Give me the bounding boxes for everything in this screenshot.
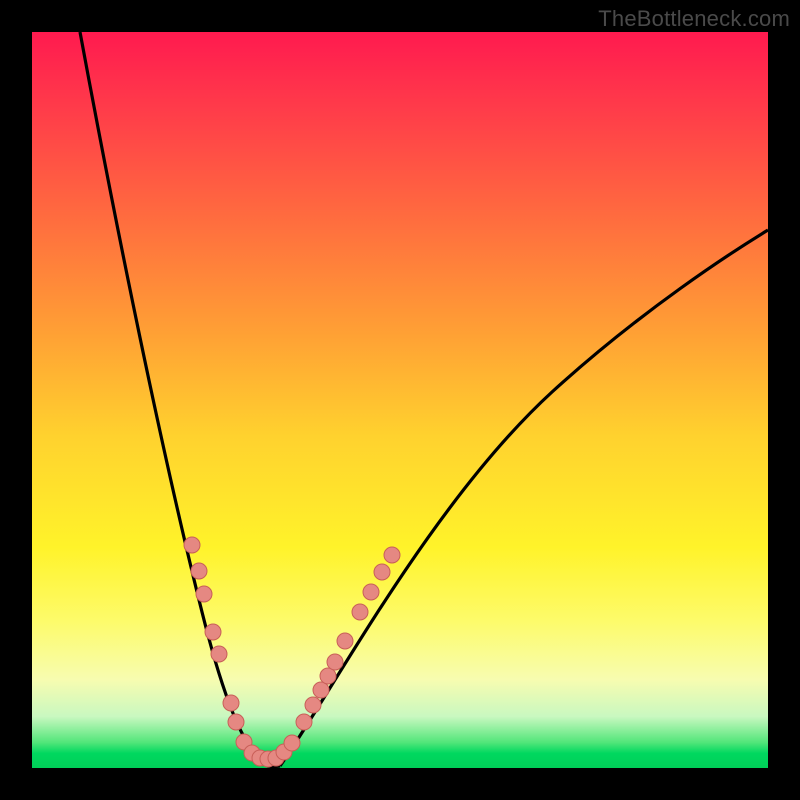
highlight-dots-group xyxy=(184,537,400,767)
marker-dot xyxy=(223,695,239,711)
marker-dot xyxy=(196,586,212,602)
marker-dot xyxy=(184,537,200,553)
marker-dot xyxy=(191,563,207,579)
marker-dot xyxy=(327,654,343,670)
marker-dot xyxy=(296,714,312,730)
chart-frame: TheBottleneck.com xyxy=(0,0,800,800)
marker-dot xyxy=(313,682,329,698)
marker-dot xyxy=(228,714,244,730)
marker-dot xyxy=(363,584,379,600)
marker-dot xyxy=(211,646,227,662)
marker-dot xyxy=(337,633,353,649)
watermark-text: TheBottleneck.com xyxy=(598,6,790,32)
marker-dot xyxy=(320,668,336,684)
marker-dot xyxy=(284,735,300,751)
marker-dot xyxy=(374,564,390,580)
marker-dot xyxy=(384,547,400,563)
markers-layer xyxy=(32,32,768,768)
marker-dot xyxy=(305,697,321,713)
marker-dot xyxy=(205,624,221,640)
marker-dot xyxy=(352,604,368,620)
